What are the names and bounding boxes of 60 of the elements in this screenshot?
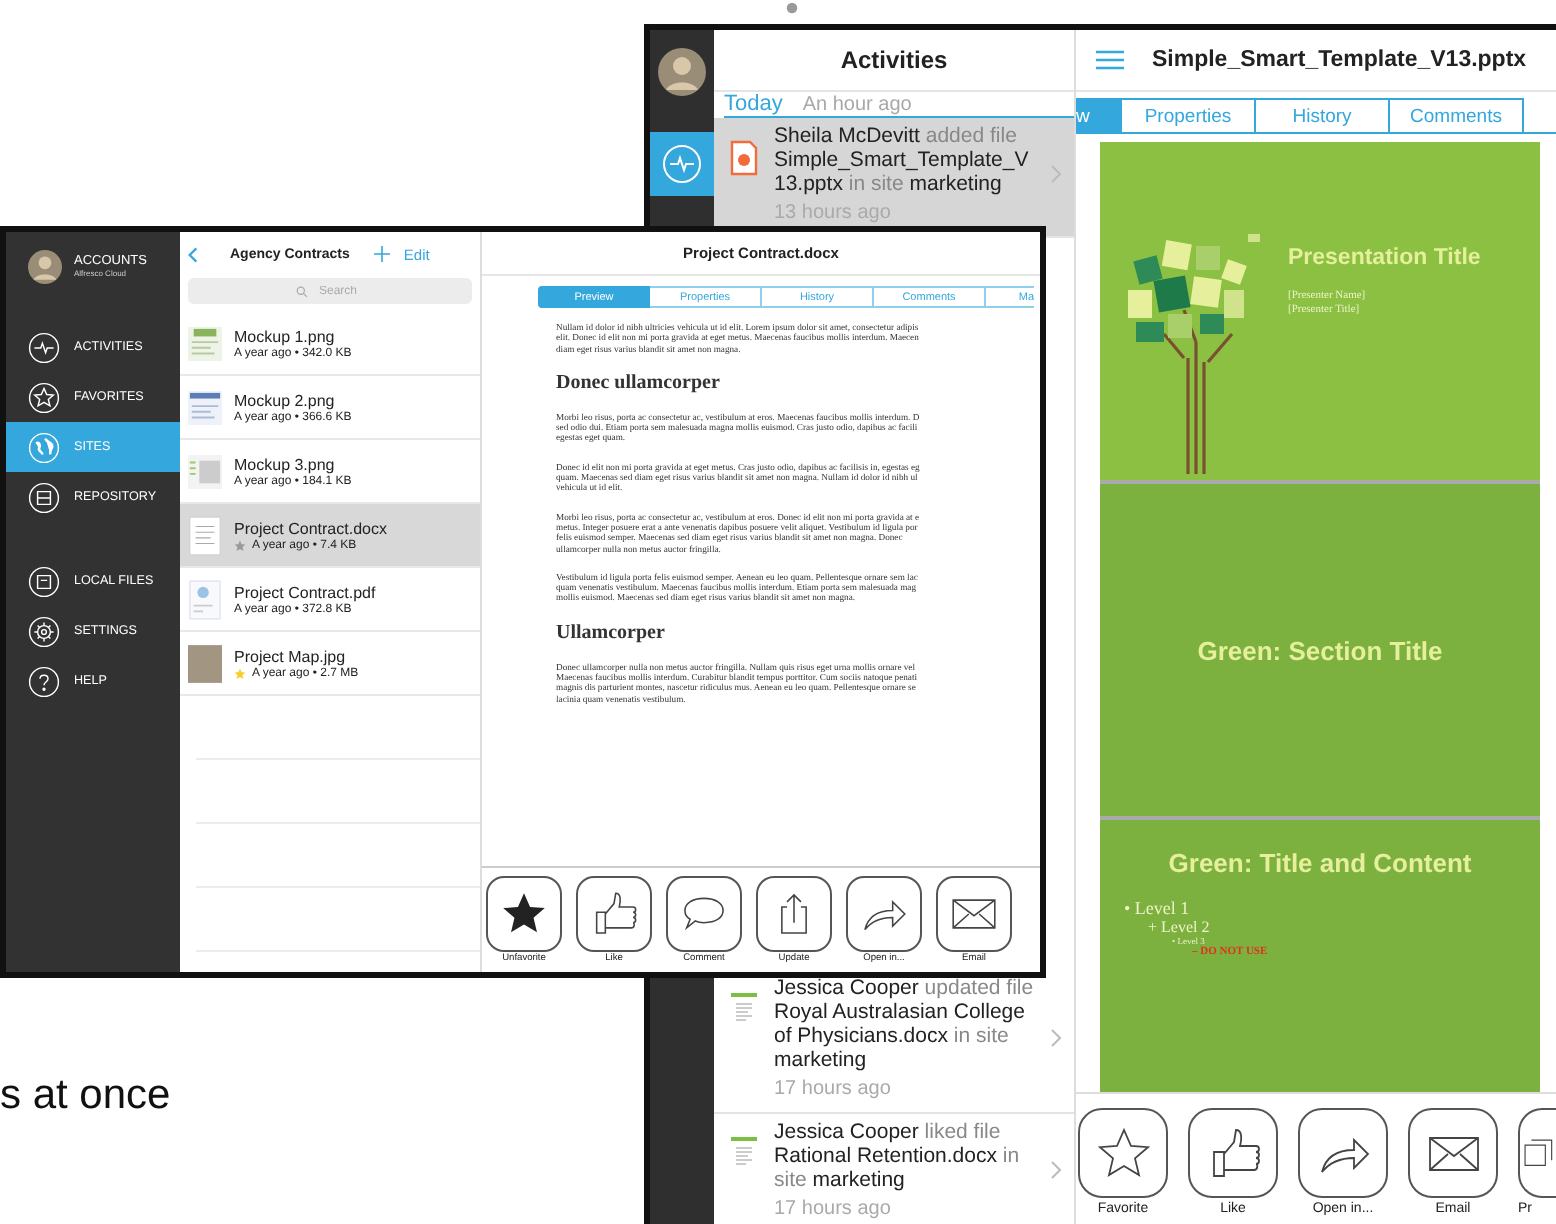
bullet-text: + Level 2	[1148, 918, 1212, 936]
file-thumbnail	[188, 387, 222, 427]
action-button[interactable]	[846, 876, 922, 952]
file-name: Mockup 3.png	[234, 455, 337, 473]
search-icon	[296, 285, 308, 297]
activity-text: Sheila McDevitt added file Simple_Smart_Template_V13.pptx in site marketing	[774, 124, 1031, 196]
avatar-icon	[28, 249, 62, 283]
activities-nav-button[interactable]	[650, 132, 714, 196]
file-thumbnail	[188, 515, 222, 555]
file-thumbnail	[188, 323, 222, 363]
document-title: Simple_Smart_Template_V13.pptx	[1152, 48, 1527, 72]
chevron-right-icon	[1050, 1160, 1062, 1180]
action-button[interactable]	[936, 876, 1012, 952]
pulse-icon	[662, 144, 702, 184]
time-label: An hour ago	[802, 93, 912, 115]
file-thumbnail	[188, 451, 222, 491]
file-name: Project Contract.docx	[234, 519, 387, 537]
action-button[interactable]	[1078, 1108, 1168, 1198]
camera-icon	[786, 2, 798, 14]
action-button[interactable]	[486, 876, 562, 952]
globe-icon	[28, 431, 60, 463]
slide-title: Green: Title and Content	[1166, 848, 1474, 878]
file-name: Project Map.jpg	[234, 647, 348, 665]
avatar-icon	[658, 48, 706, 96]
database-icon	[28, 481, 60, 513]
slide-title: Green: Section Title	[1197, 635, 1443, 665]
chevron-right-icon	[1050, 1028, 1062, 1048]
action-button[interactable]	[666, 876, 742, 952]
bullet-text: • Level 1	[1124, 898, 1192, 918]
settings-icon	[28, 615, 60, 647]
help-icon	[28, 665, 60, 697]
file-name: Project Contract.pdf	[234, 583, 376, 601]
chevron-right-icon	[1050, 164, 1062, 184]
document-heading: Ullamcorper	[556, 621, 667, 644]
presentation-file-icon	[730, 140, 758, 176]
action-button[interactable]	[1188, 1108, 1278, 1198]
pulse-icon	[28, 331, 60, 363]
action-button[interactable]	[756, 876, 832, 952]
caption-text: s at once	[0, 1072, 171, 1120]
time-label: 17 hours ago	[774, 1078, 893, 1100]
action-button[interactable]	[1408, 1108, 1498, 1198]
slide-title: Presentation Title	[1288, 246, 1481, 270]
panel-title: Activities	[714, 30, 1074, 92]
file-name: Mockup 1.png	[234, 327, 337, 345]
action-button[interactable]	[576, 876, 652, 952]
menu-icon[interactable]	[1096, 50, 1124, 70]
action-button[interactable]	[1298, 1108, 1388, 1198]
activity-text: Jessica Cooper updated file Royal Australasian College of Physicians.docx in site marketing	[774, 976, 1034, 1072]
star-icon	[28, 381, 60, 413]
file-name: Mockup 2.png	[234, 391, 337, 409]
section-label: Today	[724, 92, 783, 116]
time-label: 17 hours ago	[774, 1198, 893, 1220]
action-button[interactable]	[1518, 1108, 1556, 1198]
document-heading: Donec ullamcorper	[556, 371, 722, 394]
file-thumbnail	[188, 643, 222, 683]
activity-item[interactable]: Jessica Cooper liked file Rational Retention.docx in site marketing 17 hours ago	[714, 1114, 1074, 1224]
box-icon	[28, 565, 60, 597]
activity-text: Jessica Cooper liked file Rational Retention.docx in site marketing	[774, 1120, 1022, 1192]
file-thumbnail	[188, 579, 222, 619]
back-icon[interactable]	[188, 245, 198, 263]
